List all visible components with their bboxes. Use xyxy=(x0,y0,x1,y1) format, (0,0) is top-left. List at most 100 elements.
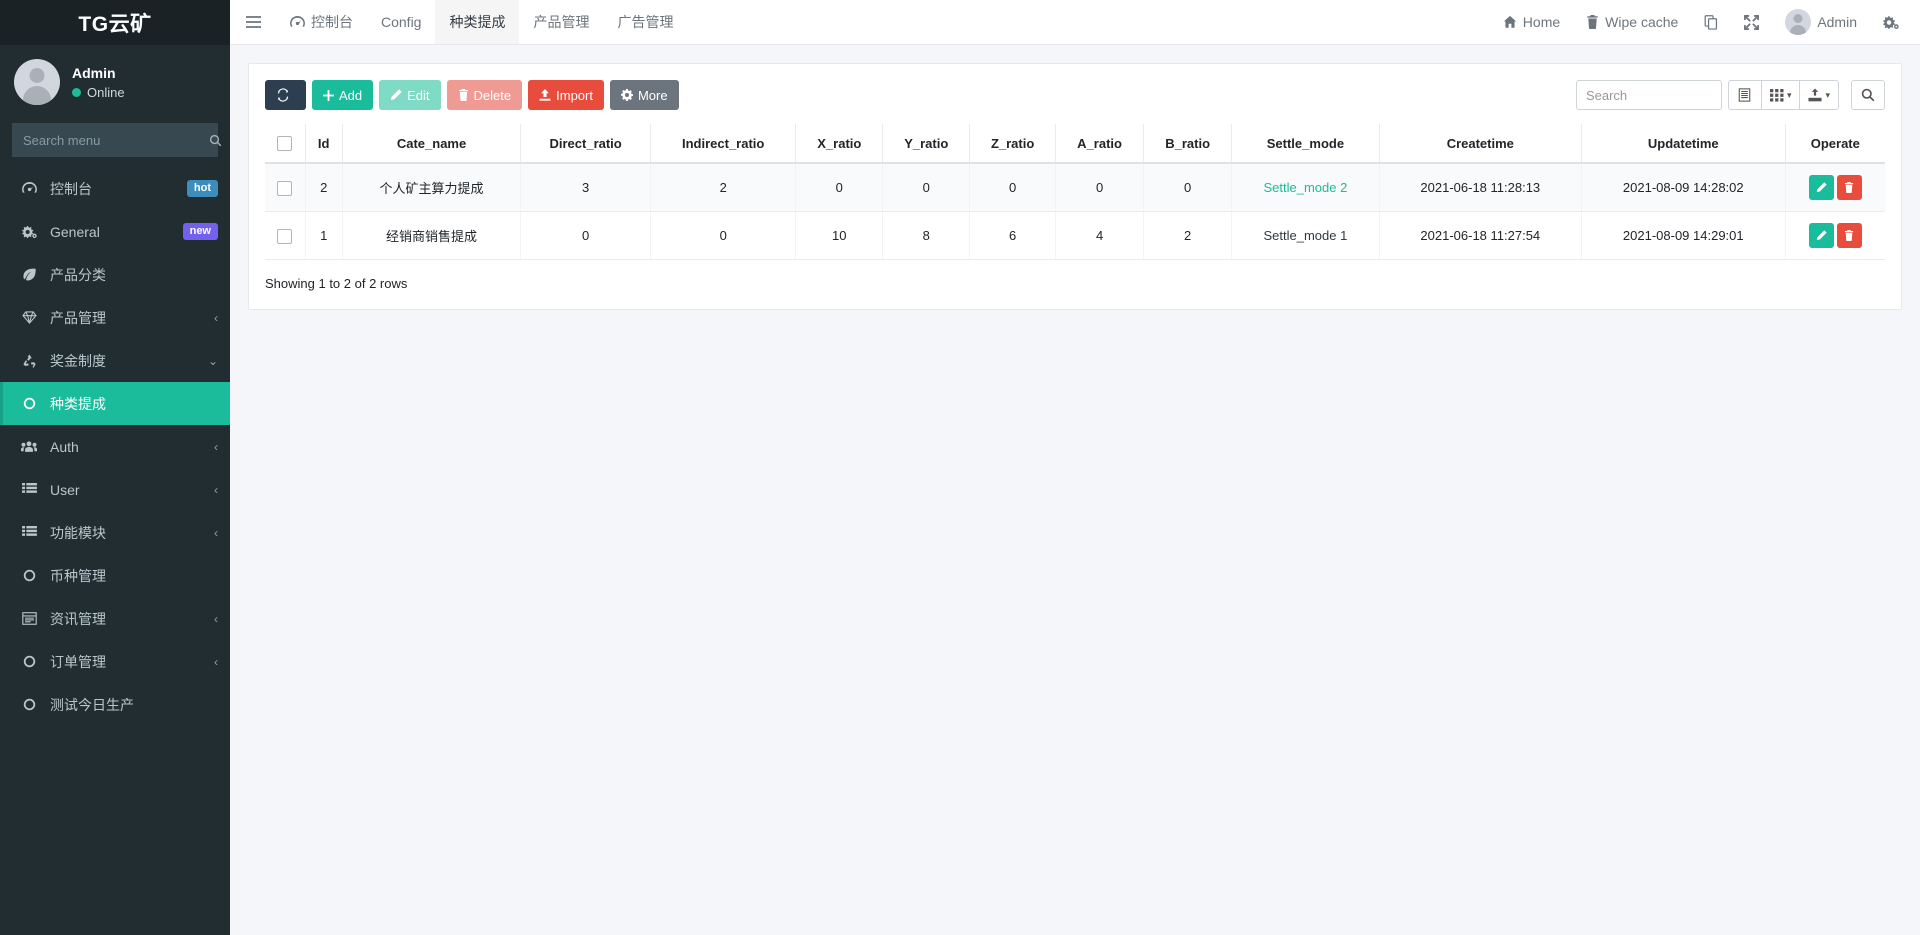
window-icon xyxy=(19,612,39,625)
sidebar-item-7[interactable]: Auth ‹ xyxy=(0,425,230,468)
table-header-row: Id Cate_name Direct_ratio Indirect_ratio X_r… xyxy=(265,124,1885,165)
sidebar-item-label: 功能模块 xyxy=(50,524,106,541)
sidebar-item-10[interactable]: 币种管理 xyxy=(0,554,230,597)
gears-icon xyxy=(19,225,39,239)
gear-icon xyxy=(1883,15,1899,30)
sidebar-item-label: 币种管理 xyxy=(50,567,106,584)
cell-indirect_ratio: 0 xyxy=(650,211,797,261)
import-label: Import xyxy=(556,87,593,103)
tab-4[interactable]: 产品管理 xyxy=(519,0,603,44)
checkbox-icon[interactable] xyxy=(277,180,293,196)
search-icon[interactable] xyxy=(209,124,222,156)
hamburger-icon[interactable] xyxy=(230,0,276,44)
table-toolbar: Add Edit Delete Import More Search ▾ ▾ xyxy=(265,80,1885,110)
table-view-controls: ▾ ▾ xyxy=(1727,80,1839,110)
checkbox-icon[interactable] xyxy=(277,136,293,152)
gear-icon xyxy=(620,89,633,101)
trash-icon xyxy=(1844,182,1854,194)
circle-o-icon xyxy=(19,698,39,711)
delete-button[interactable]: Delete xyxy=(446,80,523,110)
cell-createtime: 2021-06-18 11:27:54 xyxy=(1379,211,1582,261)
sidebar-item-label: 产品管理 xyxy=(50,309,106,326)
cell-y_ratio: 0 xyxy=(882,163,971,213)
columns-icon[interactable] xyxy=(1727,80,1762,110)
search-input[interactable] xyxy=(1575,80,1722,110)
row-checkbox[interactable] xyxy=(265,211,306,261)
sidebar-item-13[interactable]: 测试今日生产 xyxy=(0,683,230,726)
brand-title: TG云矿 xyxy=(78,12,152,36)
export-icon[interactable]: ▾ xyxy=(1800,80,1839,110)
online-dot-icon xyxy=(72,87,81,97)
tab-1[interactable]: 控制台 xyxy=(276,0,367,44)
topbar-home-button[interactable]: Home xyxy=(1490,0,1573,45)
top-nav-tabs: 控制台 Config 种类提成 产品管理 广告管理 xyxy=(276,0,687,44)
user-info: Admin Online xyxy=(72,65,125,100)
topbar-settings-button[interactable] xyxy=(1870,0,1912,45)
column-header-cate_name: Cate_name xyxy=(342,124,522,165)
tab-3[interactable]: 种类提成 xyxy=(435,0,520,44)
operate-buttons xyxy=(1792,223,1879,249)
tab-2[interactable]: Config xyxy=(367,0,435,44)
sidebar-search[interactable] xyxy=(12,123,222,157)
cell-indirect_ratio: 2 xyxy=(650,163,797,213)
import-button[interactable]: Import xyxy=(528,80,604,110)
topbar-wipe-cache-button[interactable]: Wipe cache xyxy=(1573,0,1691,45)
row-delete-button[interactable] xyxy=(1836,223,1862,249)
tab-5[interactable]: 广告管理 xyxy=(603,0,687,44)
sidebar-item-5[interactable]: 奖金制度 ⌄ xyxy=(0,339,230,382)
row-checkbox[interactable] xyxy=(265,163,306,213)
topbar-wipe-cache-label: Wipe cache xyxy=(1605,14,1679,30)
topbar-fullscreen-button[interactable] xyxy=(1731,0,1772,45)
topbar-user-menu[interactable]: Admin xyxy=(1772,0,1870,45)
brand-logo[interactable]: TG云矿 xyxy=(0,0,230,45)
sidebar-item-11[interactable]: 资讯管理 ‹ xyxy=(0,597,230,640)
cell-direct_ratio: 0 xyxy=(520,211,652,261)
row-edit-button[interactable] xyxy=(1808,175,1834,201)
delete-label: Delete xyxy=(473,87,512,103)
sidebar-item-label: User xyxy=(50,481,80,498)
sidebar-item-8[interactable]: User ‹ xyxy=(0,468,230,511)
cell-a_ratio: 0 xyxy=(1055,163,1145,213)
chevron-down-icon: ▾ xyxy=(1825,89,1830,100)
circle-o-icon xyxy=(19,655,39,668)
user-status: Online xyxy=(72,85,125,100)
checkbox-icon[interactable] xyxy=(277,228,293,244)
search-button[interactable] xyxy=(1851,80,1885,110)
column-header-b_ratio: B_ratio xyxy=(1143,124,1233,165)
upload-icon xyxy=(539,89,551,101)
column-header-operate: Operate xyxy=(1785,124,1885,165)
tab-label: 控制台 xyxy=(311,14,353,30)
sidebar-item-6[interactable]: 种类提成 xyxy=(0,382,230,425)
sidebar-item-9[interactable]: 功能模块 ‹ xyxy=(0,511,230,554)
search-menu-input[interactable] xyxy=(13,132,209,148)
topbar-copy-button[interactable] xyxy=(1691,0,1731,45)
sidebar-item-4[interactable]: 产品管理 ‹ xyxy=(0,296,230,339)
sidebar: TG云矿 Admin Online 控制台 hot General new 产品分类产品… xyxy=(0,0,230,935)
add-button[interactable]: Add xyxy=(312,80,374,110)
sidebar-item-1[interactable]: 控制台 hot xyxy=(0,167,230,210)
plus-icon xyxy=(323,89,334,101)
edit-button[interactable]: Edit xyxy=(379,80,441,110)
select-all-checkbox[interactable] xyxy=(265,124,306,165)
list-icon xyxy=(19,483,39,496)
cell-operate xyxy=(1785,163,1885,213)
row-edit-button[interactable] xyxy=(1808,223,1834,249)
cell-updatetime: 2021-08-09 14:28:02 xyxy=(1581,163,1786,213)
sidebar-item-2[interactable]: General new xyxy=(0,210,230,253)
chevron-left-icon: ‹ xyxy=(214,439,218,454)
toolbar-buttons: Add Edit Delete Import More xyxy=(265,80,679,110)
sidebar-item-3[interactable]: 产品分类 xyxy=(0,253,230,296)
grid-icon[interactable]: ▾ xyxy=(1761,80,1801,110)
refresh-button[interactable] xyxy=(265,80,306,110)
table-row[interactable]: 2 个人矿主算力提成 3 2 0 0 0 0 0 Settle_mode 2 2021-06-18 … xyxy=(265,163,1885,213)
sidebar-item-12[interactable]: 订单管理 ‹ xyxy=(0,640,230,683)
dashboard-icon xyxy=(290,15,305,29)
chevron-down-icon: ▾ xyxy=(1786,89,1792,100)
pencil-icon xyxy=(390,89,402,101)
more-button[interactable]: More xyxy=(609,80,679,110)
cell-x_ratio: 0 xyxy=(795,163,884,213)
row-delete-button[interactable] xyxy=(1836,175,1862,201)
table-row[interactable]: 1 经销商销售提成 0 0 10 8 6 4 2 Settle_mode 1 2021-06-18 … xyxy=(265,211,1885,261)
data-table: Id Cate_name Direct_ratio Indirect_ratio X_r… xyxy=(265,124,1885,261)
topbar-right: Home Wipe cache Admin xyxy=(1490,0,1920,44)
